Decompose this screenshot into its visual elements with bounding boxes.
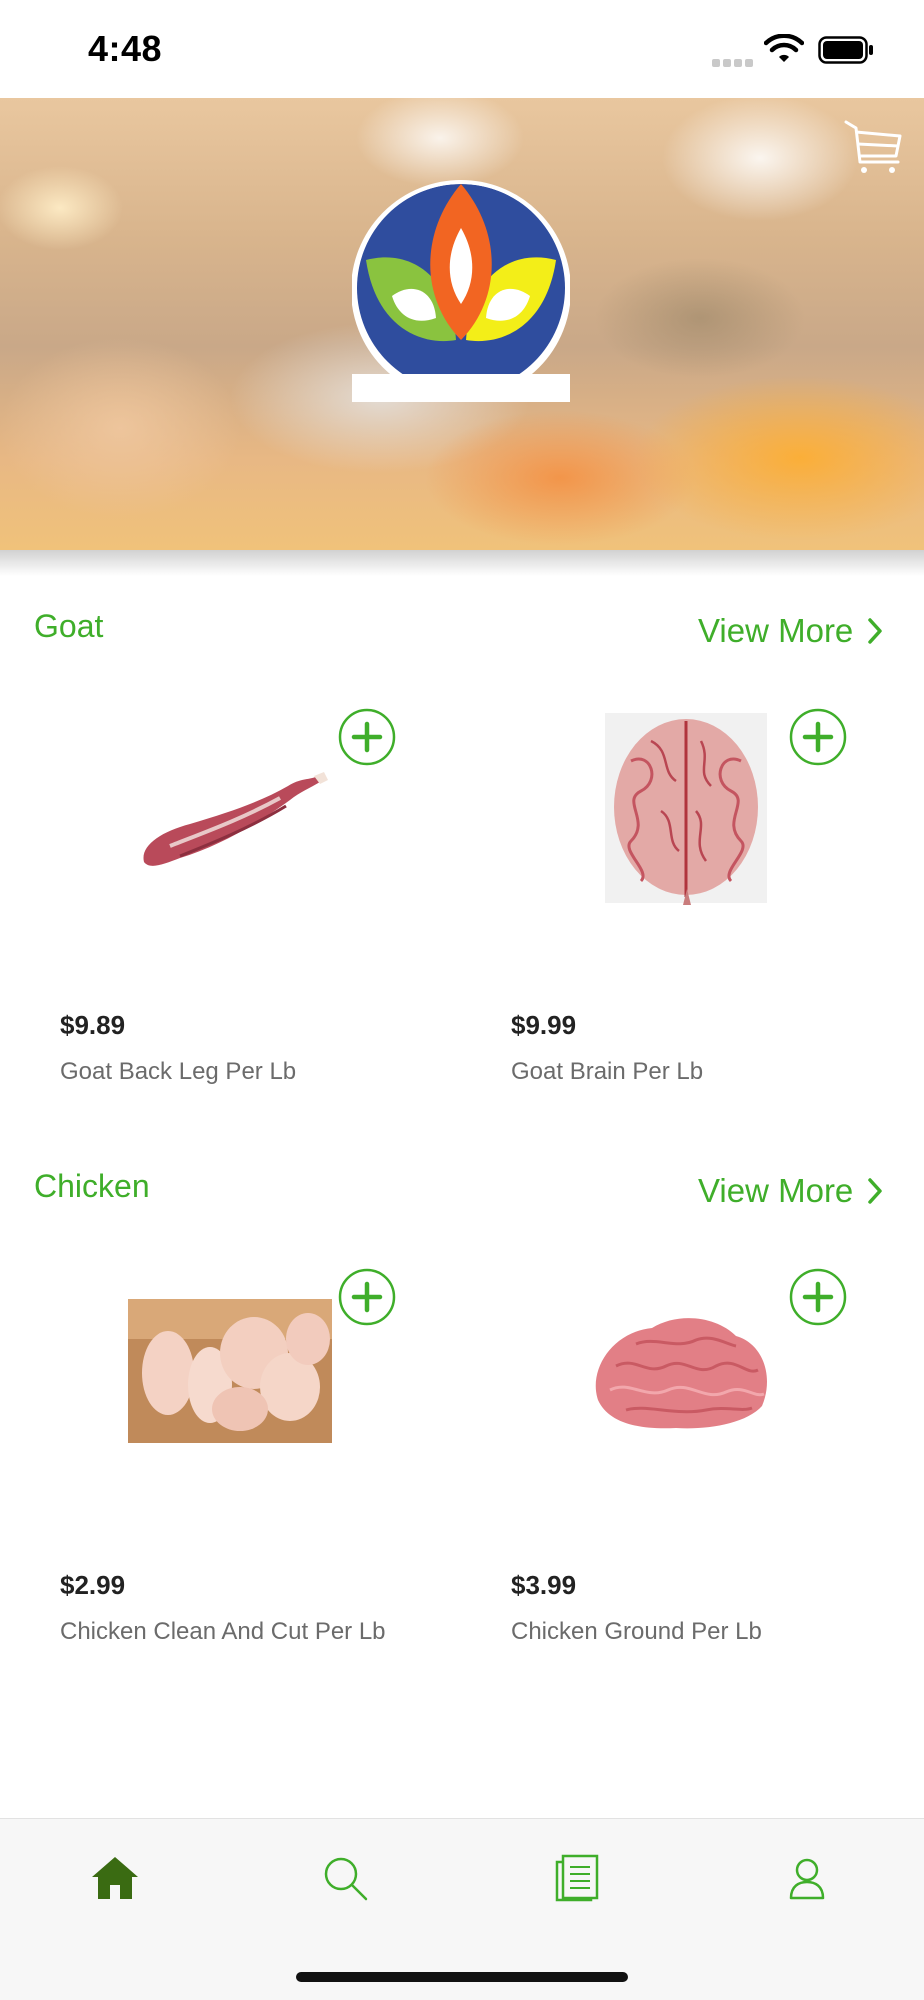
product-card[interactable]: $2.99 Chicken Clean And Cut Per Lb <box>60 1266 440 1686</box>
product-name: Goat Brain Per Lb <box>511 1058 704 1085</box>
view-more-chicken[interactable]: View More <box>698 1172 883 1210</box>
cellular-signal-icon <box>712 54 756 67</box>
tab-search[interactable] <box>310 1843 380 1913</box>
add-to-cart-button[interactable] <box>789 1268 847 1326</box>
product-image <box>80 1266 380 1476</box>
add-to-cart-button[interactable] <box>338 708 396 766</box>
search-icon <box>324 1857 368 1901</box>
product-card[interactable]: $9.89 Goat Back Leg Per Lb <box>60 706 440 1126</box>
product-price: $3.99 <box>511 1570 577 1600</box>
add-to-cart-button[interactable] <box>789 708 847 766</box>
chicken-cut-image <box>128 1299 332 1443</box>
goat-brain-image <box>605 713 767 905</box>
chevron-right-icon <box>868 1178 883 1204</box>
orders-icon <box>555 1854 599 1902</box>
product-price: $2.99 <box>60 1570 126 1600</box>
view-more-goat[interactable]: View More <box>698 612 883 650</box>
wifi-icon <box>764 34 804 62</box>
product-price: $9.89 <box>60 1010 126 1040</box>
tab-orders[interactable] <box>542 1843 612 1913</box>
product-image <box>80 706 380 916</box>
goat-back-leg-image <box>143 772 328 866</box>
status-time: 4:48 <box>88 28 163 69</box>
profile-icon <box>789 1858 825 1900</box>
add-to-cart-button[interactable] <box>338 1268 396 1326</box>
cart-icon[interactable] <box>842 118 904 178</box>
product-name: Chicken Ground Per Lb <box>511 1618 762 1645</box>
home-indicator <box>296 1972 628 1982</box>
section-title-goat: Goat <box>34 608 104 644</box>
store-logo <box>352 180 570 402</box>
product-card[interactable]: $9.99 Goat Brain Per Lb <box>511 706 891 1126</box>
chevron-right-icon <box>868 618 883 644</box>
product-price: $9.99 <box>511 1010 577 1040</box>
tab-profile[interactable] <box>772 1843 842 1913</box>
home-icon <box>92 1857 138 1899</box>
battery-icon <box>818 36 873 64</box>
tab-home[interactable] <box>80 1843 150 1913</box>
product-image <box>531 706 831 916</box>
view-more-label: View More <box>698 612 854 649</box>
product-name: Goat Back Leg Per Lb <box>60 1058 297 1085</box>
product-image <box>531 1266 831 1476</box>
section-title-chicken: Chicken <box>34 1168 150 1204</box>
product-card[interactable]: $3.99 Chicken Ground Per Lb <box>511 1266 891 1686</box>
product-name: Chicken Clean And Cut Per Lb <box>60 1618 386 1645</box>
ground-meat-image <box>595 1318 767 1429</box>
status-bar: 4:48 <box>0 0 924 98</box>
view-more-label: View More <box>698 1172 854 1209</box>
hero-shadow <box>0 550 924 576</box>
